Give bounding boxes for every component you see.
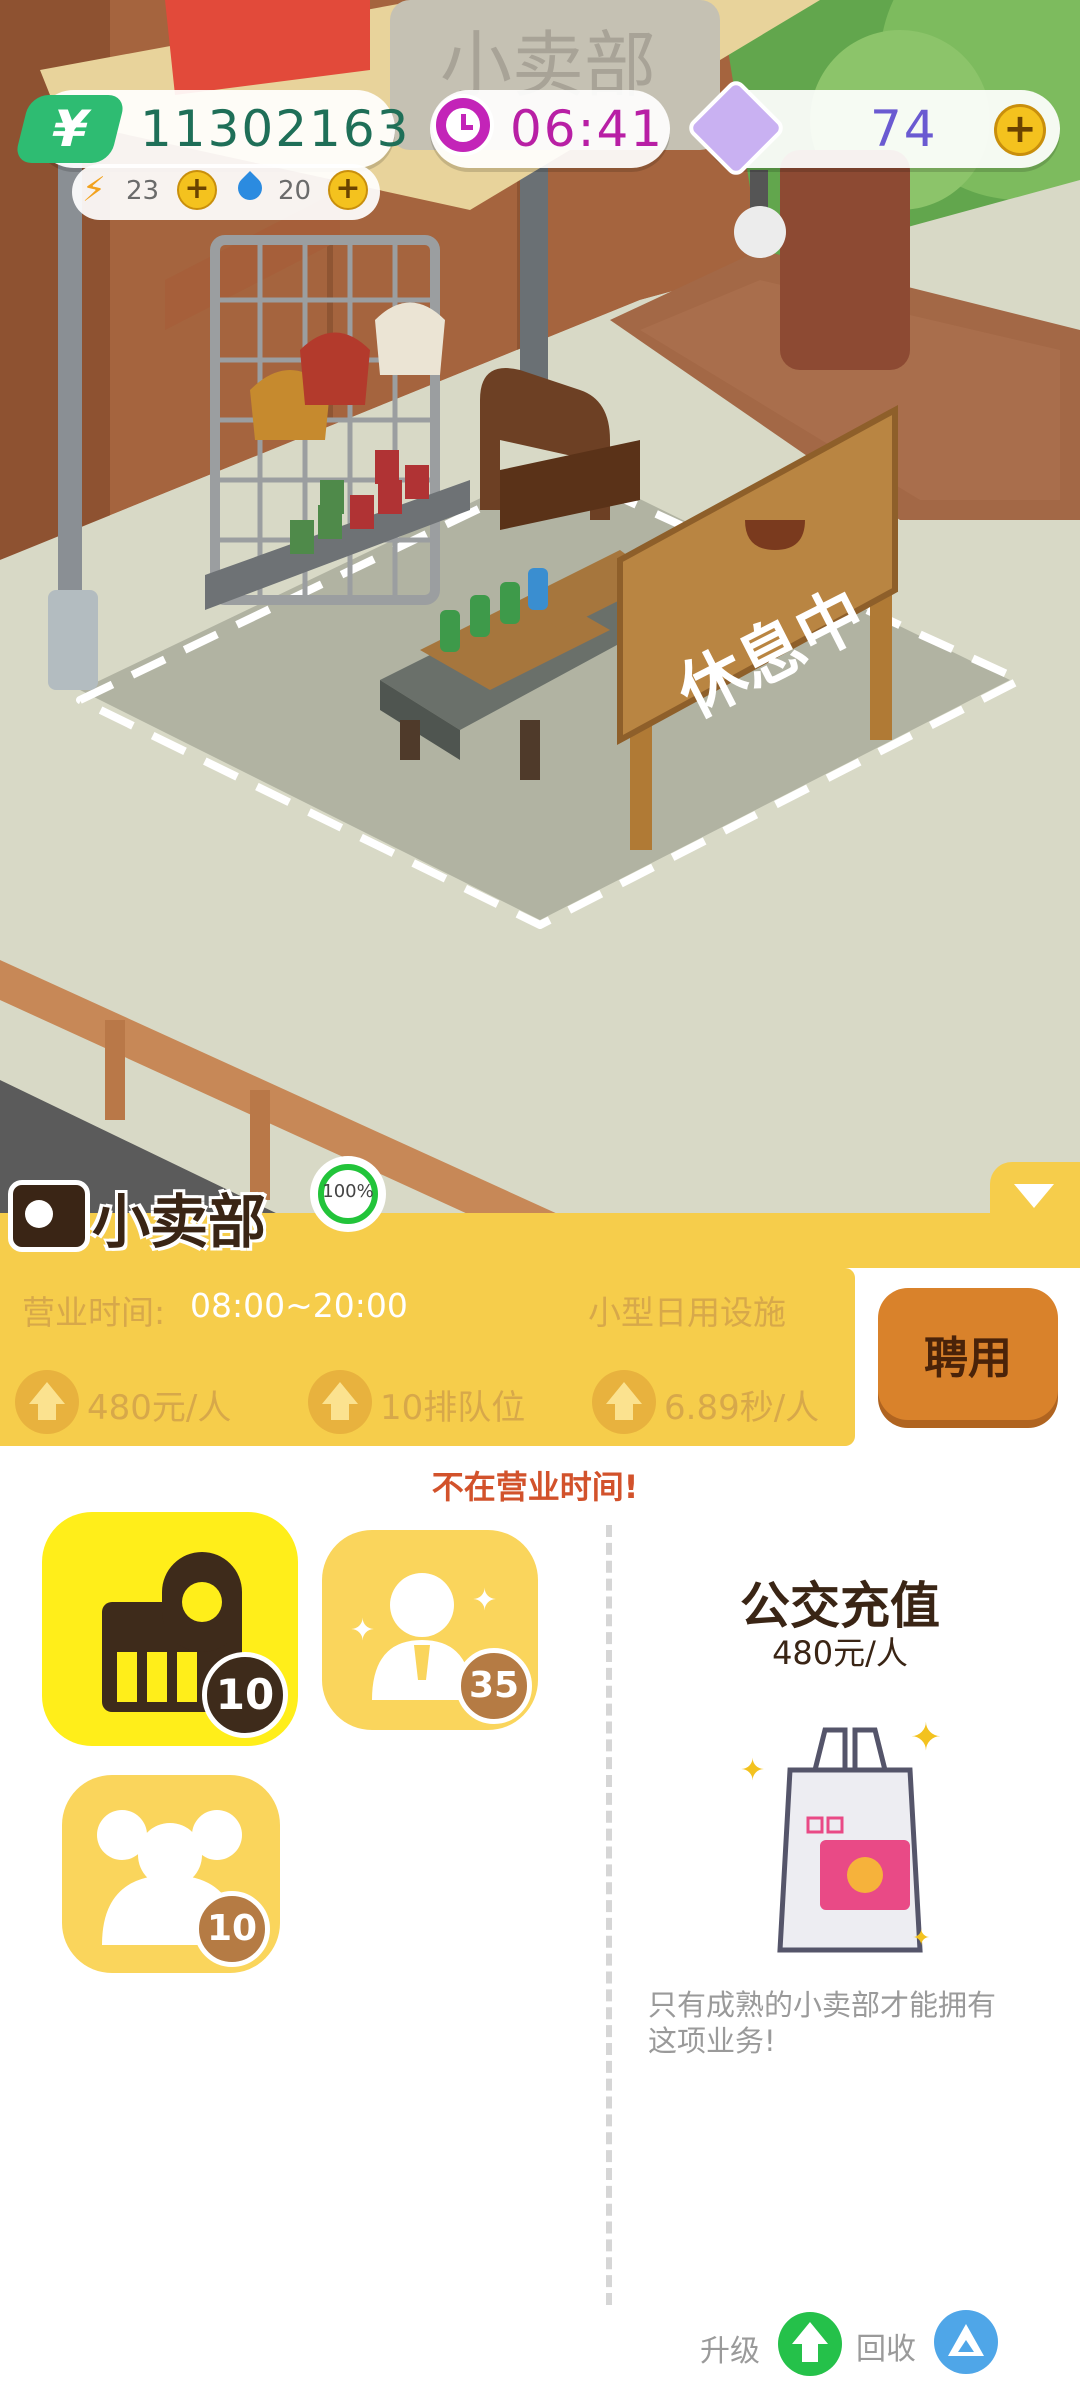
- stat-speed-text: 6.89秒/人: [664, 1388, 820, 1428]
- progress-ring: 100%: [310, 1156, 386, 1232]
- gem-value: 74: [870, 100, 938, 158]
- hire-button[interactable]: 聘用: [878, 1288, 1058, 1420]
- svg-text:✦: ✦: [740, 1753, 765, 1788]
- facility-title: 小卖部: [92, 1188, 267, 1256]
- status-notice: 不在营业时间!: [431, 1468, 639, 1506]
- upgrade-label: 升级: [700, 2334, 760, 2369]
- recycle-label: 回收: [856, 2332, 916, 2367]
- chevron-down-icon: [1014, 1184, 1054, 1208]
- upgrade-button[interactable]: 升级: [700, 2312, 846, 2378]
- lightning-icon: ⚡: [82, 170, 106, 210]
- water-add-button[interactable]: +: [328, 170, 368, 210]
- recycle-button[interactable]: 回收: [856, 2310, 1002, 2378]
- svg-text:✦: ✦: [910, 1715, 942, 1759]
- upgrade-arrow-icon: [308, 1370, 372, 1434]
- hours-label: 营业时间:: [22, 1293, 166, 1332]
- stat-price-text: 480元/人: [87, 1388, 232, 1428]
- upgrade-arrow-icon: [778, 2312, 842, 2376]
- service-price: 480元/人: [772, 1634, 908, 1672]
- service-note-line-2: 这项业务!: [648, 2024, 776, 2058]
- energy-value: 23: [126, 176, 160, 206]
- yuan-icon: ¥: [13, 95, 127, 163]
- shopping-bag-icon: ✦ ✦ ✦: [740, 1715, 942, 1953]
- clock-value: 06:41: [510, 100, 665, 158]
- upgrade-arrow-icon: [15, 1370, 79, 1434]
- service-tile-staff[interactable]: ✦ ✦ 35: [322, 1530, 538, 1730]
- clock-icon: [432, 94, 494, 156]
- cash-value: 11302163: [140, 100, 411, 158]
- stat-queue-text: 10排队位: [380, 1388, 526, 1428]
- svg-text:✦: ✦: [912, 1926, 930, 1951]
- recycle-icon: [934, 2310, 998, 2374]
- count-badge: 10: [202, 1652, 288, 1738]
- game-scene[interactable]: 小卖部 休息中 ¥ 11302163 ⚡ 23 + 20 + 06:41 74 …: [0, 0, 1080, 1215]
- collapse-tab[interactable]: [990, 1162, 1080, 1232]
- hire-button-label: 聘用: [924, 1333, 1012, 1384]
- svg-text:✦: ✦: [350, 1613, 375, 1648]
- service-tile-supplies[interactable]: 10: [42, 1512, 298, 1746]
- count-badge: 35: [456, 1648, 532, 1724]
- energy-add-button[interactable]: +: [177, 170, 217, 210]
- water-value: 20: [278, 176, 312, 206]
- svg-text:✦: ✦: [472, 1583, 497, 1618]
- upgrade-arrow-icon: [592, 1370, 656, 1434]
- toilet-paper-icon: [8, 1180, 90, 1252]
- service-tile-customers[interactable]: 10: [62, 1775, 280, 1973]
- progress-value: 100%: [322, 1181, 374, 1202]
- facility-category: 小型日用设施: [588, 1293, 786, 1332]
- gem-add-button[interactable]: +: [994, 104, 1046, 156]
- count-badge: 10: [194, 1891, 270, 1967]
- hours-value: 08:00~20:00: [190, 1286, 408, 1325]
